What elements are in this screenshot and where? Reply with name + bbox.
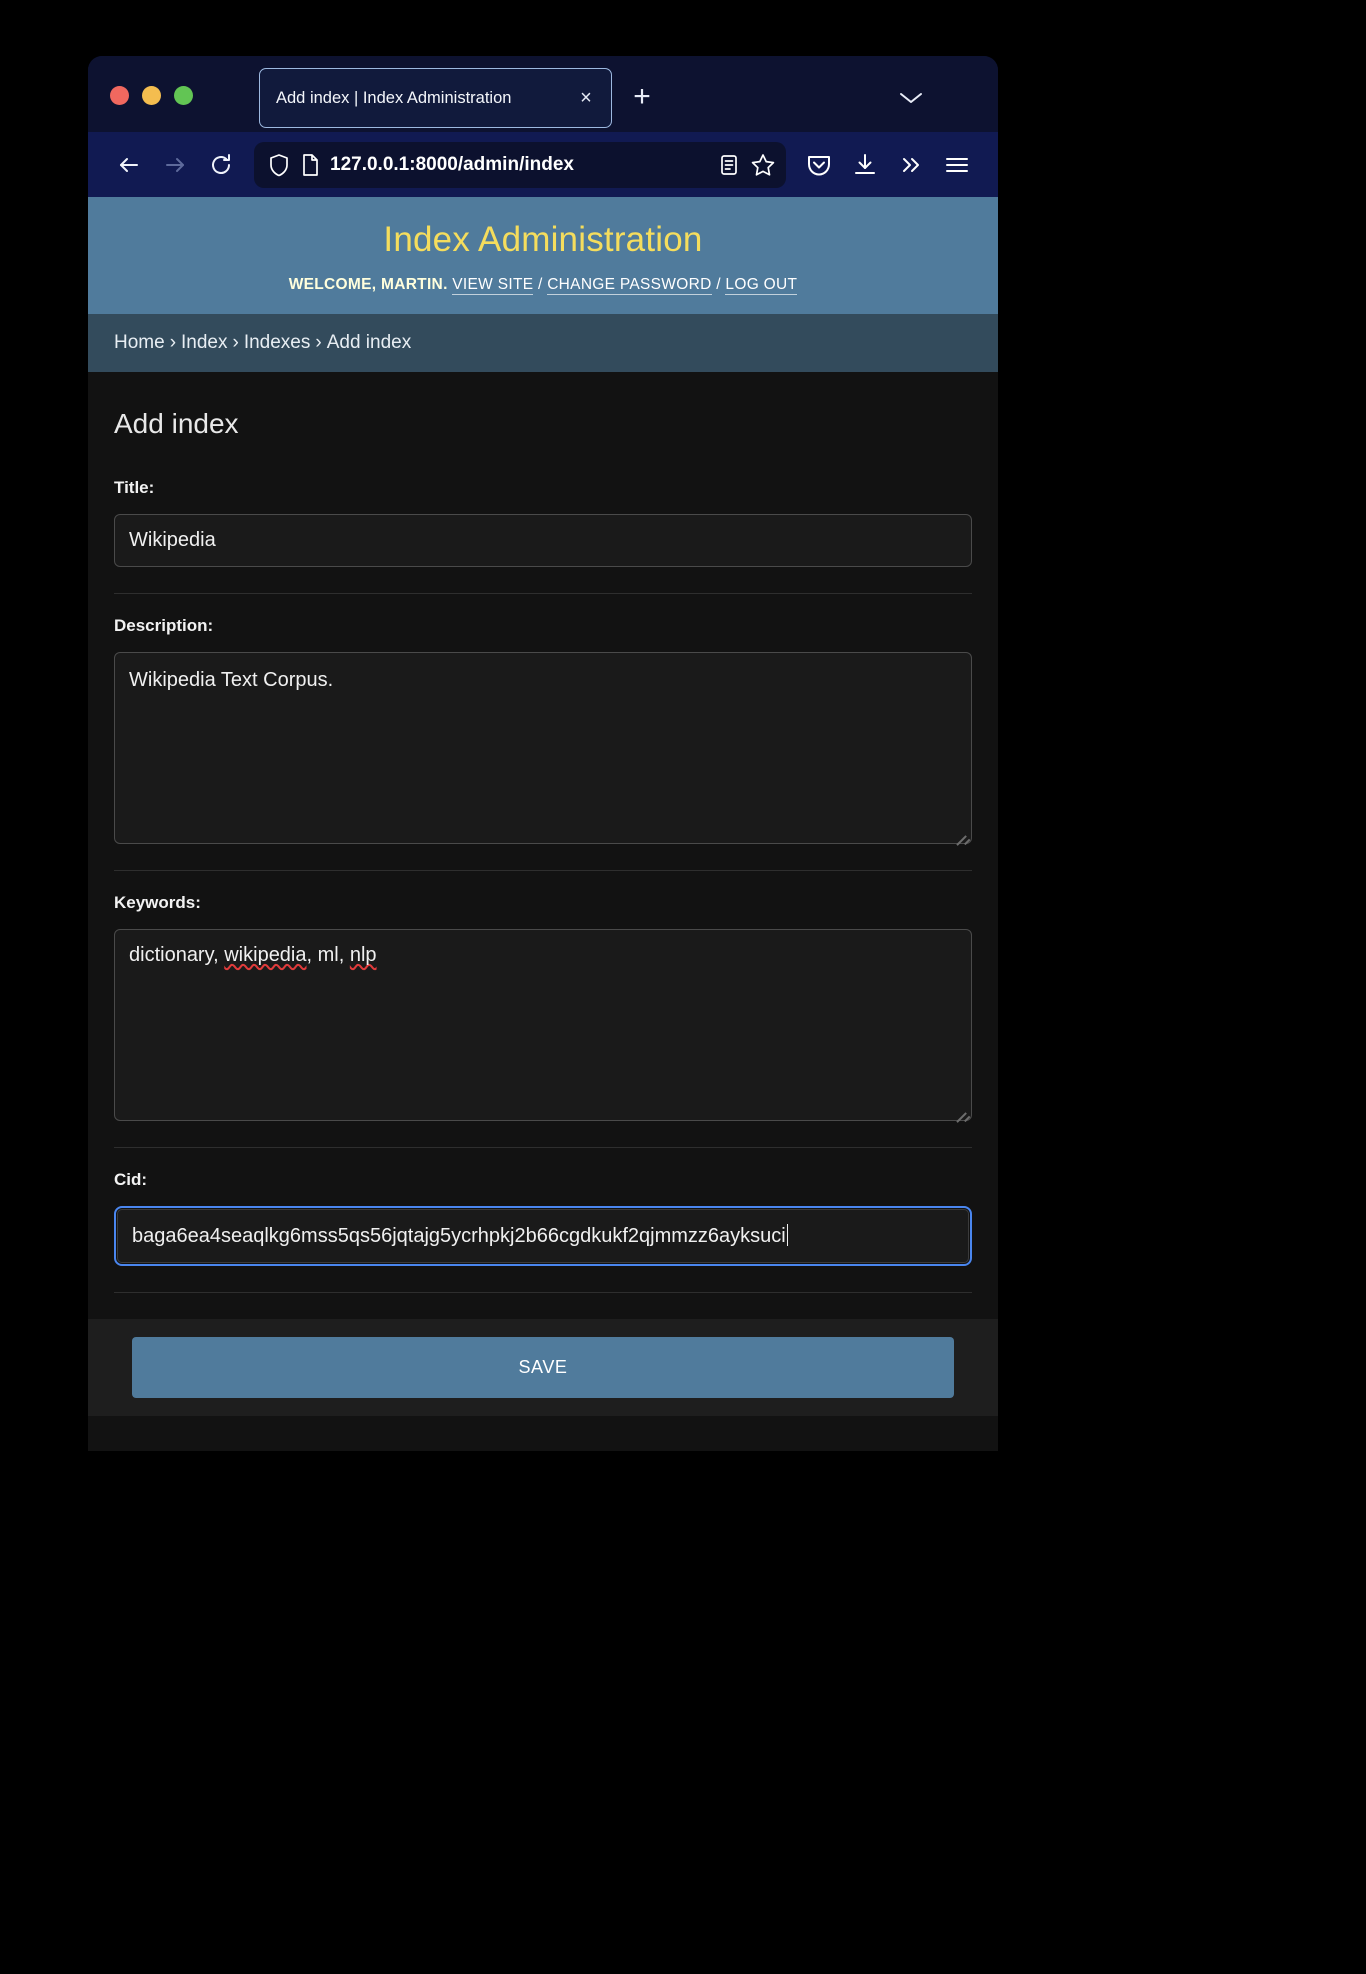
page-icon[interactable] (300, 153, 320, 177)
username: MARTIN (380, 275, 444, 293)
submit-row: SAVE (88, 1318, 998, 1416)
url-text: 127.0.0.1:8000/admin/index (330, 153, 574, 175)
description-textarea-wrapper: Wikipedia Text Corpus. (114, 651, 972, 844)
keywords-textarea-wrapper: dictionary, wikipedia, ml, nlp (114, 928, 972, 1121)
breadcrumb-home[interactable]: Home (114, 332, 165, 353)
tab-strip: Add index | Index Administration × + (88, 56, 998, 132)
description-label: Description: (114, 615, 214, 635)
view-site-link[interactable]: VIEW SITE (452, 275, 534, 295)
keywords-part-3: , ml, (306, 943, 350, 966)
breadcrumb-index[interactable]: Index (181, 332, 227, 353)
browser-window: Add index | Index Administration × + 127… (88, 56, 998, 1451)
period: . (443, 275, 448, 293)
link-separator-2: / (716, 275, 721, 293)
tab-title: Add index | Index Administration (276, 88, 512, 107)
save-button[interactable]: SAVE (132, 1336, 954, 1398)
form-row-description: Description: Wikipedia Text Corpus. (114, 616, 972, 871)
title-label: Title: (114, 477, 155, 497)
screen: Add index | Index Administration × + 127… (0, 0, 1366, 1974)
keywords-misspelled-nlp: nlp (349, 943, 377, 966)
welcome-text: WELCOME, (288, 275, 377, 293)
keywords-part-1: dictionary, (129, 943, 225, 966)
shield-icon[interactable] (268, 153, 290, 177)
site-title: Index Administration (383, 220, 703, 259)
hamburger-menu-icon[interactable] (934, 144, 980, 186)
description-textarea[interactable]: Wikipedia Text Corpus. (114, 651, 972, 844)
log-out-link[interactable]: LOG OUT (725, 275, 798, 295)
page-title: Add index (114, 407, 239, 439)
reload-icon[interactable] (198, 144, 244, 186)
cid-value: baga6ea4seaqlkg6mss5qs56jqtajg5ycrhpkj2b… (132, 1224, 786, 1247)
breadcrumb: Home › Index › Indexes › Add index (88, 313, 998, 372)
user-tools: WELCOME, MARTIN. VIEW SITE / CHANGE PASS… (88, 275, 998, 295)
double-chevron-icon[interactable] (888, 144, 934, 186)
link-separator-1: / (537, 275, 543, 293)
close-tab-button[interactable]: × (573, 85, 599, 111)
chevron-down-icon[interactable] (896, 84, 926, 112)
keywords-textarea[interactable]: dictionary, wikipedia, ml, nlp (114, 928, 972, 1121)
download-icon[interactable] (842, 144, 888, 186)
site-header: Index Administration WELCOME, MARTIN. VI… (88, 197, 998, 314)
window-controls (110, 86, 193, 105)
main-content: Add index Title: Description: Wikipedia … (88, 372, 998, 1416)
breadcrumb-current: Add index (326, 331, 412, 353)
keywords-label: Keywords: (114, 892, 201, 912)
reader-view-icon[interactable] (718, 153, 740, 177)
title-input[interactable] (114, 513, 972, 567)
breadcrumb-separator-3: › (315, 331, 322, 353)
browser-toolbar: 127.0.0.1:8000/admin/index (88, 132, 998, 197)
breadcrumb-indexes[interactable]: Indexes (244, 332, 311, 353)
new-tab-button[interactable]: + (628, 82, 656, 112)
breadcrumb-separator-1: › (169, 331, 177, 353)
text-caret (786, 1223, 789, 1246)
minimize-window-button[interactable] (142, 86, 161, 105)
pocket-icon[interactable] (796, 144, 842, 186)
form-row-cid: Cid: baga6ea4seaqlkg6mss5qs56jqtajg5ycrh… (114, 1170, 972, 1293)
cid-label: Cid: (114, 1169, 148, 1189)
maximize-window-button[interactable] (174, 86, 193, 105)
cid-input-focus-ring: baga6ea4seaqlkg6mss5qs56jqtajg5ycrhpkj2b… (114, 1205, 972, 1266)
browser-tab[interactable]: Add index | Index Administration × (259, 68, 612, 128)
add-index-form: Title: Description: Wikipedia Text Corpu… (88, 478, 998, 1416)
address-bar[interactable]: 127.0.0.1:8000/admin/index (254, 141, 786, 188)
form-row-keywords: Keywords: dictionary, wikipedia, ml, nlp (114, 893, 972, 1148)
form-row-title: Title: (114, 478, 972, 594)
back-arrow-icon[interactable] (106, 144, 152, 186)
breadcrumb-separator-2: › (232, 331, 239, 353)
keywords-misspelled-wikipedia: wikipedia (224, 943, 307, 966)
close-window-button[interactable] (110, 86, 129, 105)
change-password-link[interactable]: CHANGE PASSWORD (547, 275, 712, 295)
forward-arrow-icon (152, 144, 198, 186)
cid-input[interactable]: baga6ea4seaqlkg6mss5qs56jqtajg5ycrhpkj2b… (117, 1208, 969, 1263)
star-icon[interactable] (750, 152, 776, 178)
page-content: Index Administration WELCOME, MARTIN. VI… (88, 197, 998, 1451)
